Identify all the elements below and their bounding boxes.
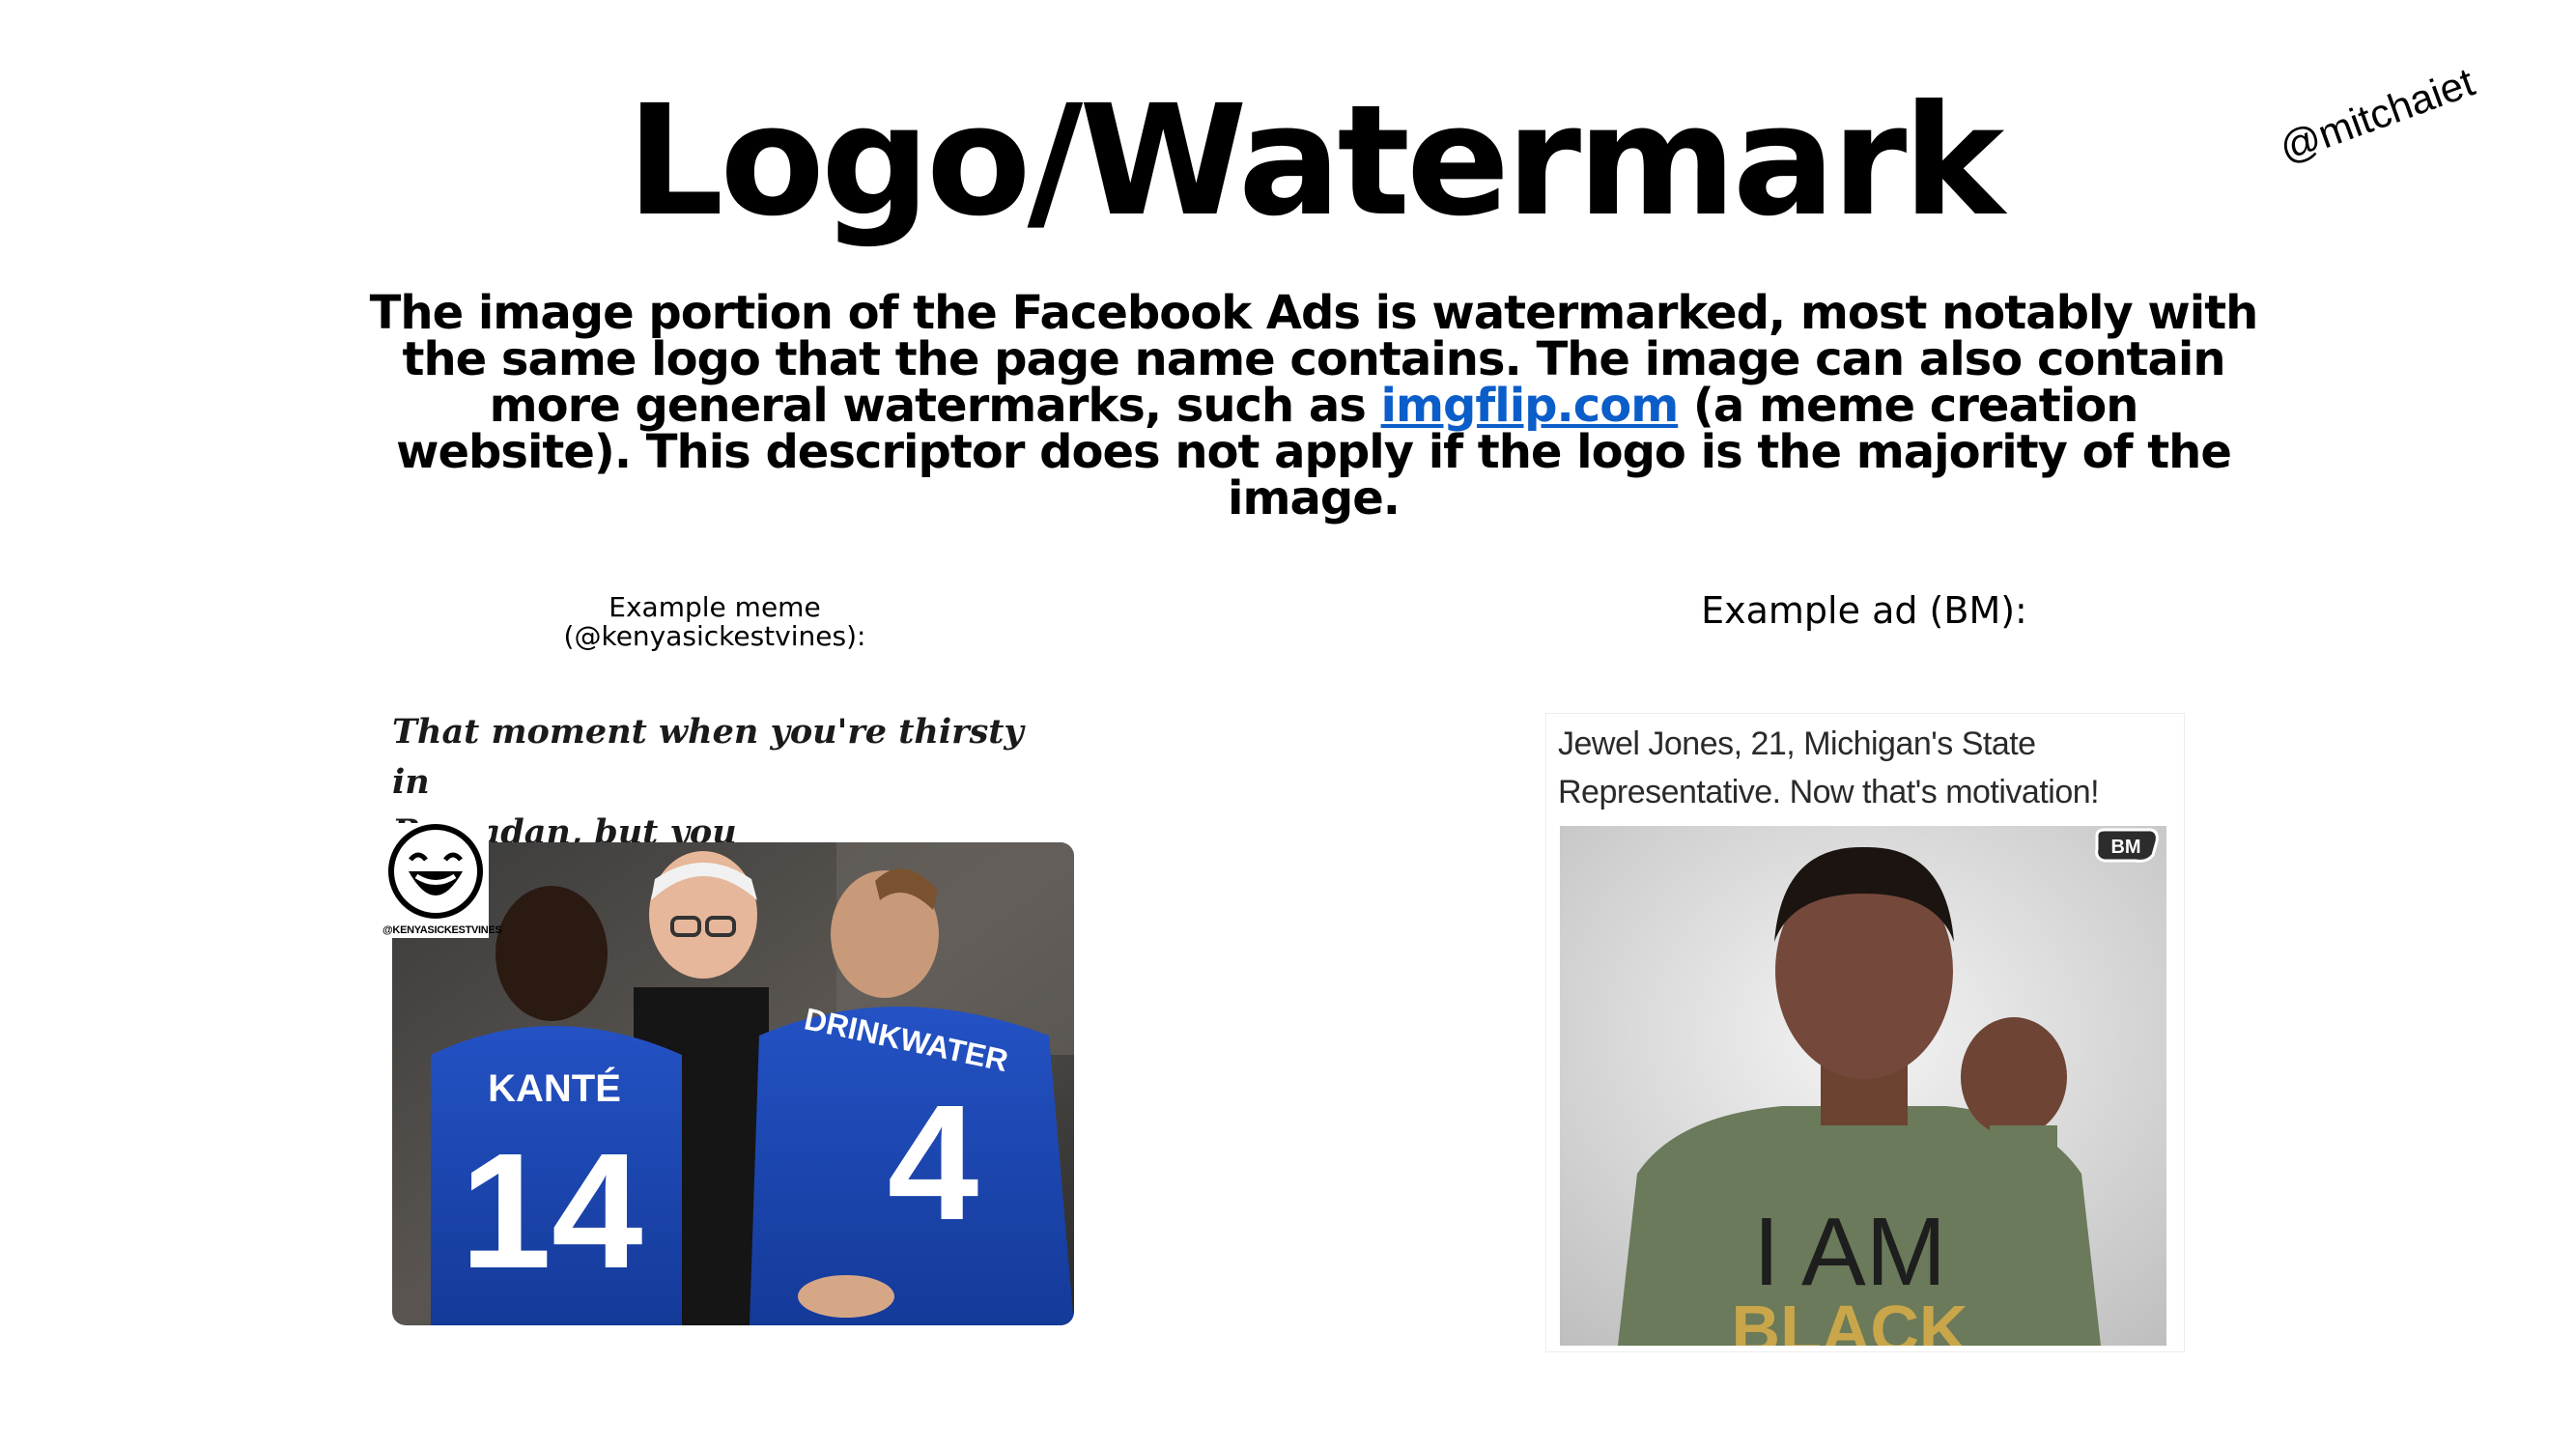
example-meme-caption-line1: Example meme (609, 591, 821, 623)
ad-caption-line1: Jewel Jones, 21, Michigan's State (1558, 725, 2036, 762)
example-meme-caption-line2: (@kenyasickestvines): (563, 620, 866, 652)
bm-badge-text: BM (2110, 837, 2140, 858)
meme-caption-text: That moment when you're thirsty in Ramad… (392, 707, 1068, 858)
shirt-text-line2: BLACK (1732, 1292, 1968, 1346)
jersey-right-number: 4 (888, 1071, 979, 1255)
description-paragraph: The image portion of the Facebook Ads is… (367, 290, 2260, 522)
jersey-left-number: 14 (460, 1120, 642, 1303)
bm-watermark-badge: BM (2091, 826, 2163, 873)
watermark-text: @KENYASICKESTVINES (382, 924, 502, 936)
example-meme-image: That moment when you're thirsty in Ramad… (382, 697, 1082, 1325)
laughing-face-icon (388, 824, 483, 919)
example-ad-caption: Example ad (BM): (1701, 589, 2027, 632)
kenya-watermark-logo: @KENYASICKESTVINES (382, 823, 502, 938)
ad-caption-line2: Representative. Now that's motivation! (1558, 774, 2100, 810)
bm-logo-icon: BM (2095, 828, 2159, 863)
ad-caption-text: Jewel Jones, 21, Michigan's State Repres… (1558, 720, 2176, 816)
shirt-text-line1: I AM (1753, 1198, 1946, 1306)
example-ad-image: Jewel Jones, 21, Michigan's State Repres… (1545, 713, 2185, 1352)
meme-photo: KANTÉ 14 DRINKWATER 4 (392, 842, 1074, 1325)
jersey-left-name: KANTÉ (488, 1066, 621, 1110)
example-meme-caption: Example meme (@kenyasickestvines): (522, 593, 908, 651)
ad-photo: I AM BLACK BM (1560, 826, 2166, 1346)
slide-title: Logo/Watermark (626, 72, 2005, 250)
meme-caption-line1: That moment when you're thirsty in (392, 712, 1024, 802)
